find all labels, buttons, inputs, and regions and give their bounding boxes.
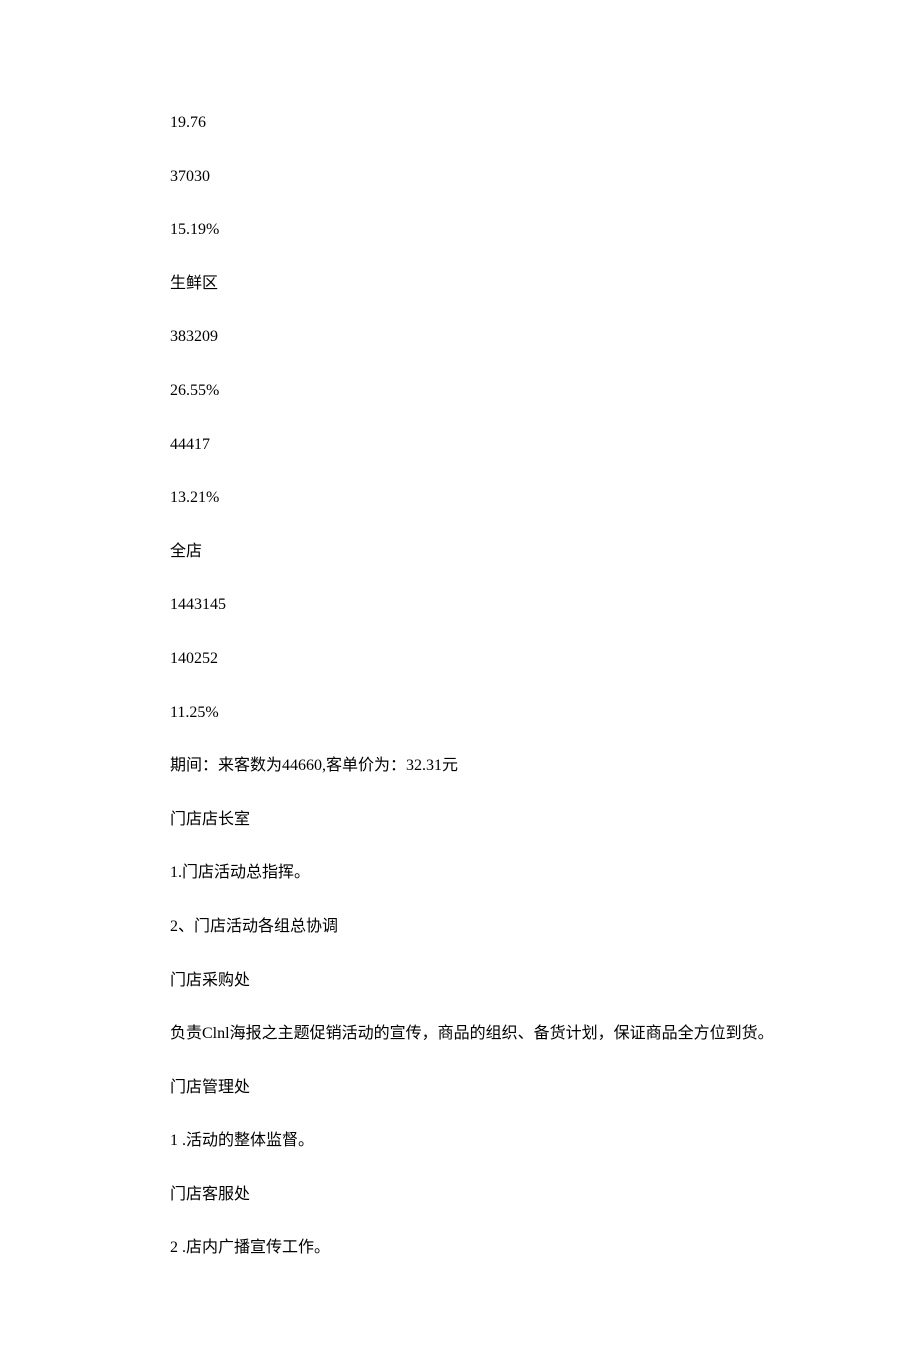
text-line: 383209 bbox=[170, 324, 790, 350]
text-line: 期间：来客数为44660,客单价为：32.31元 bbox=[170, 753, 790, 779]
text-line: 15.19% bbox=[170, 217, 790, 243]
text-line: 门店店长室 bbox=[170, 807, 790, 833]
text-line: 全店 bbox=[170, 539, 790, 565]
text-line: 19.76 bbox=[170, 110, 790, 136]
text-line: 2、门店活动各组总协调 bbox=[170, 914, 790, 940]
text-line: 140252 bbox=[170, 646, 790, 672]
text-line: 44417 bbox=[170, 432, 790, 458]
text-line: 门店管理处 bbox=[170, 1075, 790, 1101]
text-line: 门店采购处 bbox=[170, 968, 790, 994]
text-line: 1443145 bbox=[170, 592, 790, 618]
text-line: 1.门店活动总指挥。 bbox=[170, 860, 790, 886]
text-line: 11.25% bbox=[170, 700, 790, 726]
text-line: 26.55% bbox=[170, 378, 790, 404]
text-line: 13.21% bbox=[170, 485, 790, 511]
text-line: 37030 bbox=[170, 164, 790, 190]
text-paragraph: 负责Clnl海报之主题促销活动的宣传，商品的组织、备货计划，保证商品全方位到货。 bbox=[135, 1021, 790, 1047]
text-line: 2 .店内广播宣传工作。 bbox=[170, 1235, 790, 1261]
text-line: 门店客服处 bbox=[170, 1182, 790, 1208]
text-line: 1 .活动的整体监督。 bbox=[170, 1128, 790, 1154]
paragraph-text: 负责Clnl海报之主题促销活动的宣传，商品的组织、备货计划，保证商品全方位到货。 bbox=[135, 1021, 790, 1047]
text-line: 生鲜区 bbox=[170, 271, 790, 297]
